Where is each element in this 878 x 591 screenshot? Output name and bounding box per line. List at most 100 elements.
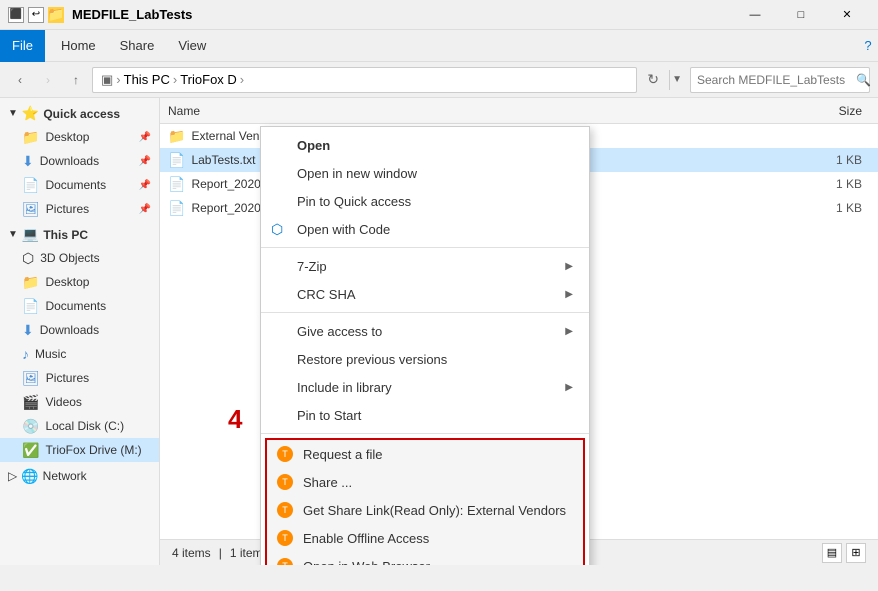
ctx-pin-start[interactable]: Pin to Start — [261, 401, 589, 429]
ctx-crc-sha[interactable]: CRC SHA ▶ — [261, 280, 589, 308]
forward-button[interactable]: › — [36, 68, 60, 92]
ctx-get-share-link[interactable]: T Get Share Link(Read Only): External Ve… — [267, 496, 583, 524]
path-triofox: TrioFox D — [180, 72, 237, 87]
downloads-icon: ⬇ — [22, 153, 34, 170]
sidebar-item-label: Desktop — [45, 275, 89, 289]
ctx-open-new-window[interactable]: Open in new window — [261, 159, 589, 187]
sidebar-section-quick-access: ▼ ⭐ Quick access 📁 Desktop 📌 ⬇ Downloads… — [0, 102, 159, 221]
up-button[interactable]: ↑ — [64, 68, 88, 92]
sidebar-item-label: TrioFox Drive (M:) — [45, 443, 141, 457]
ctx-open-web-browser[interactable]: T Open in Web Browser — [267, 552, 583, 565]
vscode-icon: ⬡ — [271, 221, 283, 238]
sidebar-item-documents-quick[interactable]: 📄 Documents 📌 — [0, 173, 159, 197]
submenu-arrow-icon: ▶ — [565, 261, 573, 272]
sidebar-item-downloads[interactable]: ⬇ Downloads — [0, 318, 159, 342]
sidebar-header-this-pc[interactable]: ▼ 💻 This PC — [0, 223, 159, 246]
doc-file-icon: 📄 — [168, 200, 185, 217]
ctx-open-with-code[interactable]: ⬡ Open with Code — [261, 215, 589, 243]
network-icon: 🌐 — [21, 468, 38, 485]
search-icon: 🔍 — [856, 73, 871, 87]
window-title: MEDFILE_LabTests — [72, 7, 732, 22]
ctx-give-access[interactable]: Give access to ▶ — [261, 317, 589, 345]
ctx-label: Pin to Start — [297, 408, 361, 423]
3d-objects-icon: ⬡ — [22, 250, 34, 267]
ctx-restore-versions[interactable]: Restore previous versions — [261, 345, 589, 373]
maximize-button[interactable]: □ — [778, 0, 824, 30]
sidebar: ▼ ⭐ Quick access 📁 Desktop 📌 ⬇ Downloads… — [0, 98, 160, 565]
folder-icon: 📁 — [168, 128, 185, 145]
path-thispc-label: This PC — [124, 72, 170, 87]
ctx-share[interactable]: T Share ... — [267, 468, 583, 496]
triofox-icon: T — [277, 502, 293, 518]
sidebar-item-local-disk[interactable]: 💿 Local Disk (C:) — [0, 414, 159, 438]
sidebar-item-label: Downloads — [40, 323, 99, 337]
sidebar-item-label: Documents — [45, 299, 106, 313]
title-bar: ⬛ ↩ 📁 MEDFILE_LabTests — □ ✕ — [0, 0, 878, 30]
ctx-triofox-section: T Request a file T Share ... T Get Share… — [265, 438, 585, 565]
status-count: 4 items — [172, 546, 211, 560]
sidebar-item-label: Documents — [45, 178, 106, 192]
address-path[interactable]: ▣ › This PC › TrioFox D › — [92, 67, 637, 93]
back-button[interactable]: ‹ — [8, 68, 32, 92]
sidebar-item-downloads-quick[interactable]: ⬇ Downloads 📌 — [0, 149, 159, 173]
refresh-button[interactable]: ↻ — [641, 68, 665, 92]
file-size: 1 KB — [790, 177, 870, 191]
this-pc-icon: 💻 — [22, 226, 39, 243]
sidebar-item-desktop[interactable]: 📁 Desktop — [0, 270, 159, 294]
ctx-7zip[interactable]: 7-Zip ▶ — [261, 252, 589, 280]
ctx-include-library[interactable]: Include in library ▶ — [261, 373, 589, 401]
sidebar-item-music[interactable]: ♪ Music — [0, 342, 159, 366]
ctx-label: Restore previous versions — [297, 352, 447, 367]
sidebar-item-network-label: Network — [43, 469, 87, 483]
ctx-label: Request a file — [303, 447, 383, 462]
local-disk-icon: 💿 — [22, 418, 39, 435]
triofox-icon: T — [277, 530, 293, 546]
ctx-pin-quick-access[interactable]: Pin to Quick access — [261, 187, 589, 215]
ctx-label: Include in library — [297, 380, 392, 395]
file-size: 1 KB — [790, 201, 870, 215]
window-controls[interactable]: — □ ✕ — [732, 0, 870, 30]
dropdown-btn[interactable]: ▼ — [669, 70, 682, 90]
pin-icon: 📌 — [139, 180, 151, 191]
ribbon-home-tab[interactable]: Home — [49, 30, 108, 62]
chevron-icon: ▼ — [8, 108, 18, 119]
sidebar-item-triofox-drive[interactable]: ✅ TrioFox Drive (M:) — [0, 438, 159, 462]
sidebar-item-documents[interactable]: 📄 Documents — [0, 294, 159, 318]
sidebar-item-label: Downloads — [40, 154, 99, 168]
ctx-label: CRC SHA — [297, 287, 356, 302]
triofox-icon: T — [277, 474, 293, 490]
sidebar-item-pictures[interactable]: 🖼 Pictures — [0, 366, 159, 390]
sidebar-item-3d-objects[interactable]: ⬡ 3D Objects — [0, 246, 159, 270]
doc-file-icon: 📄 — [168, 176, 185, 193]
minimize-button[interactable]: — — [732, 0, 778, 30]
ctx-request-file[interactable]: T Request a file — [267, 440, 583, 468]
annotation-4: 4 — [228, 404, 242, 435]
folder-icon-title: 📁 — [48, 7, 64, 23]
view-tiles-button[interactable]: ⊞ — [846, 543, 866, 563]
sidebar-header-quick-access[interactable]: ▼ ⭐ Quick access — [0, 102, 159, 125]
ctx-open[interactable]: Open — [261, 131, 589, 159]
quick-access-icon: ⬛ — [8, 7, 24, 23]
ctx-enable-offline[interactable]: T Enable Offline Access — [267, 524, 583, 552]
search-input[interactable] — [697, 73, 852, 87]
help-icon[interactable]: ? — [858, 36, 878, 56]
ribbon-view-tab[interactable]: View — [166, 30, 218, 62]
close-button[interactable]: ✕ — [824, 0, 870, 30]
pictures-icon: 🖼 — [22, 201, 40, 218]
sidebar-item-desktop-quick[interactable]: 📁 Desktop 📌 — [0, 125, 159, 149]
submenu-arrow-icon: ▶ — [565, 326, 573, 337]
sidebar-item-network[interactable]: ▷ 🌐 Network — [0, 464, 159, 488]
downloads-icon: ⬇ — [22, 322, 34, 339]
music-icon: ♪ — [22, 346, 29, 362]
pin-icon: 📌 — [139, 132, 151, 143]
search-box[interactable]: 🔍 — [690, 67, 870, 93]
view-details-button[interactable]: ▤ — [822, 543, 842, 563]
pin-icon: 📌 — [139, 204, 151, 215]
ribbon-share-tab[interactable]: Share — [108, 30, 167, 62]
sidebar-section-this-pc: ▼ 💻 This PC ⬡ 3D Objects 📁 Desktop 📄 Doc… — [0, 223, 159, 462]
quick-access-star-icon: ⭐ — [22, 105, 39, 122]
sidebar-item-videos[interactable]: 🎬 Videos — [0, 390, 159, 414]
ribbon-file-tab[interactable]: File — [0, 30, 45, 62]
sidebar-item-pictures-quick[interactable]: 🖼 Pictures 📌 — [0, 197, 159, 221]
triofox-drive-icon: ✅ — [22, 442, 39, 459]
